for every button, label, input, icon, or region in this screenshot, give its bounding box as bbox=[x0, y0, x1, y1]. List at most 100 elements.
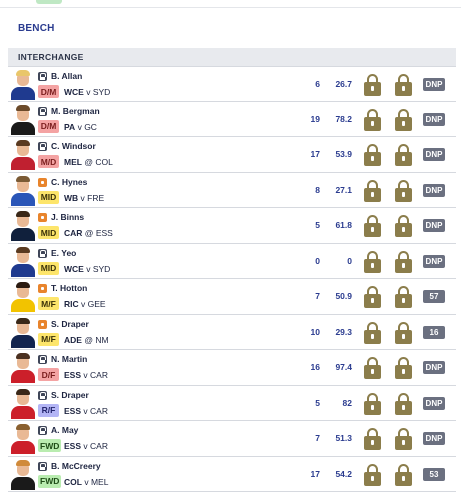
player-name[interactable]: S. Draper bbox=[51, 319, 89, 329]
player-row[interactable]: C. Windsor M/D MEL @ COL 17 53.9 DNP bbox=[8, 137, 456, 173]
player-avatar[interactable] bbox=[9, 246, 37, 277]
player-name[interactable]: N. Martin bbox=[51, 354, 87, 364]
player-row[interactable]: E. Yeo MID WCE v SYD 0 0 DNP bbox=[8, 243, 456, 279]
lock-icon[interactable] bbox=[364, 286, 381, 308]
player-row[interactable]: C. Hynes MID WB v FRE 8 27.1 DNP bbox=[8, 172, 456, 208]
player-avatar[interactable] bbox=[9, 104, 37, 135]
player-row[interactable]: S. Draper M/F ADE @ NM 10 29.3 16 bbox=[8, 314, 456, 350]
player-row[interactable]: M. Bergman D/M PA v GC 19 78.2 DNP bbox=[8, 101, 456, 137]
average-score: 29.3 bbox=[335, 326, 352, 337]
fixture: CAR @ ESS bbox=[64, 228, 113, 238]
fixture: WB v FRE bbox=[64, 193, 104, 203]
player-avatar[interactable] bbox=[9, 139, 37, 170]
player-avatar[interactable] bbox=[9, 388, 37, 419]
player-row[interactable]: B. McCreery FWD COL v MEL 17 54.2 53 bbox=[8, 456, 456, 492]
avatar-hair bbox=[16, 175, 30, 182]
fixture-team: ESS bbox=[64, 370, 82, 380]
lock-icon[interactable] bbox=[395, 286, 412, 308]
position-badge: MID bbox=[38, 190, 59, 204]
player-name[interactable]: A. May bbox=[51, 425, 78, 435]
lock-icon[interactable] bbox=[395, 215, 412, 237]
player-name[interactable]: M. Bergman bbox=[51, 106, 100, 116]
bench-title: BENCH bbox=[18, 22, 55, 34]
player-row[interactable]: S. Draper R/F ESS v CAR 5 82 DNP bbox=[8, 385, 456, 421]
lock-icon[interactable] bbox=[364, 215, 381, 237]
lock-icon[interactable] bbox=[364, 428, 381, 450]
avatar-hair bbox=[16, 246, 30, 253]
player-avatar[interactable] bbox=[9, 423, 37, 454]
lock-icon[interactable] bbox=[395, 392, 412, 415]
lock-icon[interactable] bbox=[395, 179, 412, 202]
player-avatar[interactable] bbox=[9, 352, 37, 383]
lock-icon[interactable] bbox=[364, 74, 381, 96]
fixture-team: WCE bbox=[64, 263, 84, 274]
player-name[interactable]: B. McCreery bbox=[51, 461, 101, 471]
position-badge: FWD bbox=[38, 474, 62, 488]
avatar-jersey bbox=[11, 441, 35, 454]
games-played: 17 bbox=[310, 149, 320, 159]
player-row[interactable]: B. Allan D/M WCE v SYD 6 26.7 DNP bbox=[8, 66, 456, 102]
round-score-badge: DNP bbox=[423, 361, 445, 374]
lock-icon[interactable] bbox=[395, 250, 412, 273]
player-name[interactable]: E. Yeo bbox=[51, 248, 76, 258]
fixture-separator: @ bbox=[84, 334, 93, 345]
locked-icon bbox=[38, 142, 47, 151]
player-row[interactable]: T. Hotton M/F RIC v GEE 7 50.9 57 bbox=[8, 279, 456, 315]
lock-icon[interactable] bbox=[364, 357, 381, 379]
player-avatar[interactable] bbox=[9, 69, 37, 100]
lock-icon[interactable] bbox=[395, 357, 412, 379]
games-played: 10 bbox=[310, 326, 320, 337]
lock-icon[interactable] bbox=[364, 250, 381, 273]
lock-icon[interactable] bbox=[364, 463, 381, 486]
fixture-opponent: CAR bbox=[90, 405, 108, 416]
fixture-separator: @ bbox=[84, 228, 94, 238]
fixture-team: PA bbox=[64, 121, 76, 132]
fixture: MEL @ COL bbox=[64, 157, 113, 167]
games-played: 6 bbox=[315, 79, 320, 89]
player-avatar[interactable] bbox=[9, 210, 37, 241]
lock-icon[interactable] bbox=[395, 108, 412, 131]
avatar-jersey bbox=[11, 263, 35, 277]
lock-icon[interactable] bbox=[364, 392, 381, 415]
player-name[interactable]: C. Hynes bbox=[51, 177, 87, 187]
player-avatar[interactable] bbox=[9, 459, 37, 490]
avatar-hair bbox=[16, 70, 30, 76]
avatar-jersey bbox=[11, 228, 35, 241]
round-score-badge: DNP bbox=[423, 432, 445, 445]
player-name[interactable]: C. Windsor bbox=[51, 141, 96, 151]
avatar-jersey bbox=[11, 370, 35, 383]
lock-icon[interactable] bbox=[395, 463, 412, 486]
lock-icon[interactable] bbox=[364, 108, 381, 131]
locked-icon bbox=[38, 461, 47, 471]
fixture-team: ADE bbox=[64, 334, 82, 345]
round-score-badge: DNP bbox=[423, 112, 445, 126]
average-score: 54.2 bbox=[335, 468, 352, 479]
round-score-badge: 16 bbox=[423, 325, 445, 339]
fixture-separator: v bbox=[80, 192, 85, 203]
player-row[interactable]: J. Binns MID CAR @ ESS 5 61.8 DNP bbox=[8, 208, 456, 244]
player-row[interactable]: A. May FWD ESS v CAR 7 51.3 DNP bbox=[8, 421, 456, 457]
player-name[interactable]: T. Hotton bbox=[51, 283, 87, 293]
player-avatar[interactable] bbox=[9, 317, 37, 348]
lock-icon[interactable] bbox=[395, 144, 412, 166]
player-name[interactable]: S. Draper bbox=[51, 390, 89, 400]
games-played: 19 bbox=[310, 113, 320, 124]
player-row[interactable]: N. Martin D/F ESS v CAR 16 97.4 DNP bbox=[8, 350, 456, 386]
position-badge: D/F bbox=[38, 368, 59, 381]
avatar-jersey bbox=[11, 405, 35, 419]
lock-icon[interactable] bbox=[364, 179, 381, 202]
lock-icon[interactable] bbox=[364, 144, 381, 166]
player-avatar[interactable] bbox=[9, 281, 37, 312]
lock-icon[interactable] bbox=[395, 321, 412, 344]
avatar-jersey bbox=[11, 334, 35, 348]
lock-icon[interactable] bbox=[395, 428, 412, 450]
lock-icon[interactable] bbox=[395, 74, 412, 96]
player-name[interactable]: J. Binns bbox=[51, 212, 84, 222]
average-score: 53.9 bbox=[335, 149, 352, 159]
lock-icon[interactable] bbox=[364, 321, 381, 344]
player-name[interactable]: B. Allan bbox=[51, 71, 82, 81]
locked-icon bbox=[38, 106, 47, 116]
fixture-team: ESS bbox=[64, 441, 82, 451]
fixture: ESS v CAR bbox=[64, 441, 108, 451]
player-avatar[interactable] bbox=[9, 175, 37, 206]
